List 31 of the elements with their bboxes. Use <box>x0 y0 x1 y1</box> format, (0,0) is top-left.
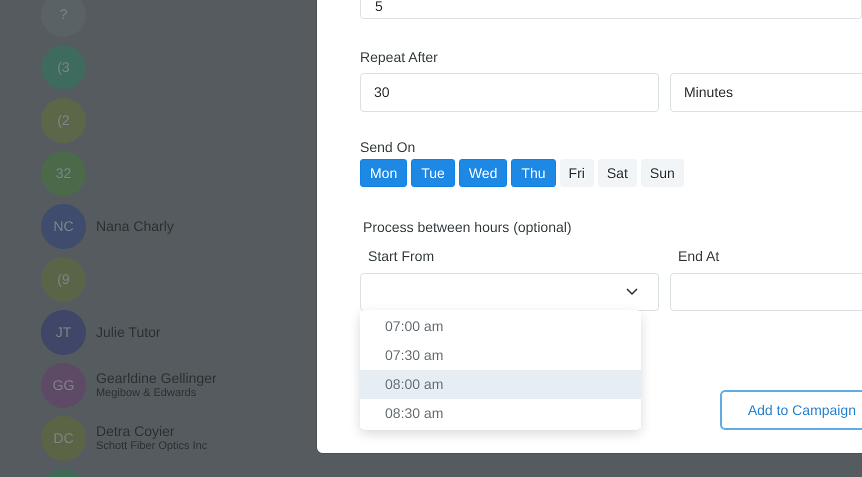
day-toggle[interactable]: Mon <box>360 159 408 187</box>
day-toggle[interactable]: Sun <box>640 159 684 187</box>
dropdown-option[interactable]: 07:00 am <box>360 312 641 341</box>
number-field[interactable]: 5 <box>360 0 862 19</box>
day-toggle[interactable]: Fri <box>560 159 594 187</box>
avatar-initials: 32 <box>56 164 72 183</box>
field-label: Send On <box>360 138 416 157</box>
avatar-initials: ? <box>60 5 68 24</box>
day-toggle[interactable]: Thu <box>511 159 556 187</box>
chevron-down-icon <box>626 288 638 296</box>
avatar-initials: DC <box>53 429 74 448</box>
day-toggle[interactable]: Sat <box>598 159 637 187</box>
add-to-campaign-button[interactable]: Add to Campaign <box>720 390 862 430</box>
field-label: Start From <box>368 247 436 266</box>
dropdown-option[interactable]: 08:30 am <box>360 399 641 428</box>
field-label: Repeat After <box>360 48 439 67</box>
day-toggle[interactable]: Tue <box>411 159 455 187</box>
avatar-initials: (3 <box>57 58 70 77</box>
avatar-initials: JT <box>56 323 72 342</box>
avatar-initials: NC <box>53 217 74 236</box>
unit-select[interactable]: Minutes <box>670 73 862 112</box>
dropdown-option[interactable]: 08:00 am <box>360 370 641 399</box>
number-field[interactable]: 30 <box>360 73 659 112</box>
avatar-initials: (9 <box>57 270 70 289</box>
dropdown-option[interactable]: 07:30 am <box>360 341 641 370</box>
avatar-initials: GG <box>52 376 74 395</box>
section-label: Process between hours (optional) <box>363 218 573 237</box>
avatar-initials: (2 <box>57 111 70 130</box>
time-select[interactable] <box>670 273 862 311</box>
field-label: End At <box>678 247 720 266</box>
day-toggle[interactable]: Wed <box>458 159 508 187</box>
